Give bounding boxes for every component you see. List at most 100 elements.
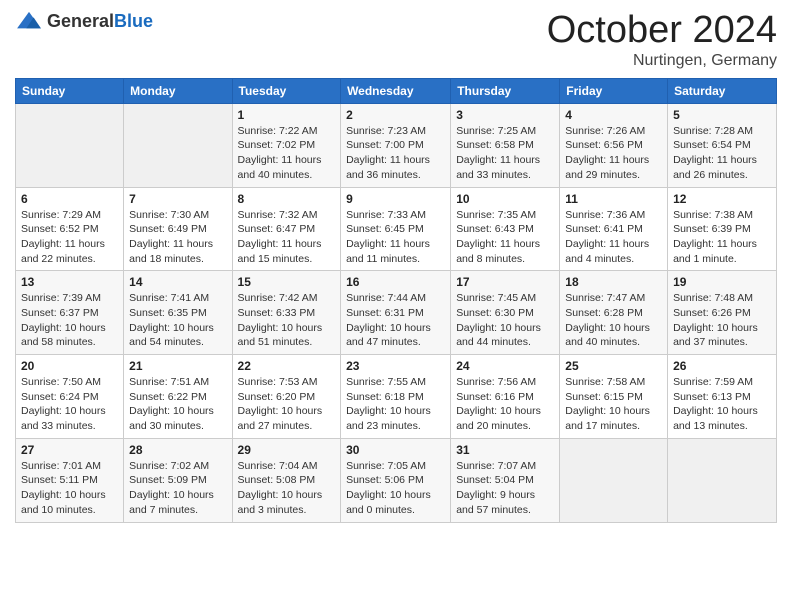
calendar-cell: 29 Sunrise: 7:04 AM Sunset: 5:08 PM Dayli… xyxy=(232,438,341,522)
day-number: 1 xyxy=(238,108,336,122)
calendar-cell: 28 Sunrise: 7:02 AM Sunset: 5:09 PM Dayli… xyxy=(124,438,232,522)
calendar-week-row: 27Sunrise: 7:01 AM Sunset: 5:11 PM Dayli… xyxy=(16,438,777,522)
day-info: Sunrise: 7:29 AM Sunset: 6:52 PM Dayligh… xyxy=(21,208,118,267)
day-info: Sunrise: 7:55 AM Sunset: 6:18 PM Dayligh… xyxy=(346,375,445,434)
calendar-cell: 31 Sunrise: 7:07 AM Sunset: 5:04 PM Dayli… xyxy=(451,438,560,522)
logo: GeneralBlue xyxy=(15,10,153,32)
weekday-header-cell: Friday xyxy=(560,78,668,103)
day-number: 8 xyxy=(238,192,336,206)
calendar-body: 1 Sunrise: 7:22 AM Sunset: 7:02 PM Daylig… xyxy=(16,103,777,522)
day-number: 19 xyxy=(673,275,771,289)
month-title: October 2024 xyxy=(547,10,777,52)
day-number: 5 xyxy=(673,108,771,122)
day-number: 25 xyxy=(565,359,662,373)
weekday-header-row: SundayMondayTuesdayWednesdayThursdayFrid… xyxy=(16,78,777,103)
day-info: Sunrise: 7:04 AM Sunset: 5:08 PM Dayligh… xyxy=(238,459,336,518)
day-info: Sunrise: 7:38 AM Sunset: 6:39 PM Dayligh… xyxy=(673,208,771,267)
weekday-header-cell: Monday xyxy=(124,78,232,103)
day-number: 7 xyxy=(129,192,226,206)
day-number: 10 xyxy=(456,192,554,206)
calendar-cell xyxy=(668,438,777,522)
day-info: Sunrise: 7:23 AM Sunset: 7:00 PM Dayligh… xyxy=(346,124,445,183)
calendar-cell xyxy=(124,103,232,187)
calendar-cell: 1 Sunrise: 7:22 AM Sunset: 7:02 PM Daylig… xyxy=(232,103,341,187)
day-info: Sunrise: 7:48 AM Sunset: 6:26 PM Dayligh… xyxy=(673,291,771,350)
day-info: Sunrise: 7:05 AM Sunset: 5:06 PM Dayligh… xyxy=(346,459,445,518)
weekday-header-cell: Thursday xyxy=(451,78,560,103)
title-block: October 2024 Nurtingen, Germany xyxy=(547,10,777,70)
weekday-header-cell: Tuesday xyxy=(232,78,341,103)
weekday-header-cell: Saturday xyxy=(668,78,777,103)
day-info: Sunrise: 7:36 AM Sunset: 6:41 PM Dayligh… xyxy=(565,208,662,267)
day-info: Sunrise: 7:58 AM Sunset: 6:15 PM Dayligh… xyxy=(565,375,662,434)
day-number: 27 xyxy=(21,443,118,457)
day-info: Sunrise: 7:59 AM Sunset: 6:13 PM Dayligh… xyxy=(673,375,771,434)
calendar-cell: 19 Sunrise: 7:48 AM Sunset: 6:26 PM Dayli… xyxy=(668,271,777,355)
day-info: Sunrise: 7:33 AM Sunset: 6:45 PM Dayligh… xyxy=(346,208,445,267)
weekday-header-cell: Sunday xyxy=(16,78,124,103)
logo-general: General xyxy=(47,11,114,31)
day-number: 18 xyxy=(565,275,662,289)
calendar-cell: 4 Sunrise: 7:26 AM Sunset: 6:56 PM Daylig… xyxy=(560,103,668,187)
day-info: Sunrise: 7:45 AM Sunset: 6:30 PM Dayligh… xyxy=(456,291,554,350)
day-number: 6 xyxy=(21,192,118,206)
calendar-week-row: 1 Sunrise: 7:22 AM Sunset: 7:02 PM Daylig… xyxy=(16,103,777,187)
day-info: Sunrise: 7:07 AM Sunset: 5:04 PM Dayligh… xyxy=(456,459,554,518)
calendar-cell: 17 Sunrise: 7:45 AM Sunset: 6:30 PM Dayli… xyxy=(451,271,560,355)
day-number: 31 xyxy=(456,443,554,457)
day-info: Sunrise: 7:39 AM Sunset: 6:37 PM Dayligh… xyxy=(21,291,118,350)
calendar-cell: 6 Sunrise: 7:29 AM Sunset: 6:52 PM Daylig… xyxy=(16,187,124,271)
calendar-cell: 30 Sunrise: 7:05 AM Sunset: 5:06 PM Dayli… xyxy=(341,438,451,522)
calendar-week-row: 20Sunrise: 7:50 AM Sunset: 6:24 PM Dayli… xyxy=(16,355,777,439)
calendar-cell: 25 Sunrise: 7:58 AM Sunset: 6:15 PM Dayli… xyxy=(560,355,668,439)
calendar-cell: 23 Sunrise: 7:55 AM Sunset: 6:18 PM Dayli… xyxy=(341,355,451,439)
day-number: 4 xyxy=(565,108,662,122)
calendar-cell: 9 Sunrise: 7:33 AM Sunset: 6:45 PM Daylig… xyxy=(341,187,451,271)
logo-blue: Blue xyxy=(114,11,153,31)
logo-icon xyxy=(15,10,43,32)
day-info: Sunrise: 7:42 AM Sunset: 6:33 PM Dayligh… xyxy=(238,291,336,350)
day-number: 28 xyxy=(129,443,226,457)
day-number: 15 xyxy=(238,275,336,289)
calendar-week-row: 6 Sunrise: 7:29 AM Sunset: 6:52 PM Daylig… xyxy=(16,187,777,271)
day-number: 21 xyxy=(129,359,226,373)
day-number: 13 xyxy=(21,275,118,289)
calendar-cell: 18 Sunrise: 7:47 AM Sunset: 6:28 PM Dayli… xyxy=(560,271,668,355)
calendar-cell: 27Sunrise: 7:01 AM Sunset: 5:11 PM Dayli… xyxy=(16,438,124,522)
calendar-cell: 13 Sunrise: 7:39 AM Sunset: 6:37 PM Dayli… xyxy=(16,271,124,355)
calendar-cell: 8Sunrise: 7:32 AM Sunset: 6:47 PM Daylig… xyxy=(232,187,341,271)
calendar-cell xyxy=(560,438,668,522)
day-number: 23 xyxy=(346,359,445,373)
day-info: Sunrise: 7:47 AM Sunset: 6:28 PM Dayligh… xyxy=(565,291,662,350)
day-number: 2 xyxy=(346,108,445,122)
day-number: 3 xyxy=(456,108,554,122)
location-title: Nurtingen, Germany xyxy=(547,52,777,70)
day-info: Sunrise: 7:26 AM Sunset: 6:56 PM Dayligh… xyxy=(565,124,662,183)
day-number: 20 xyxy=(21,359,118,373)
calendar-cell: 10Sunrise: 7:35 AM Sunset: 6:43 PM Dayli… xyxy=(451,187,560,271)
day-info: Sunrise: 7:22 AM Sunset: 7:02 PM Dayligh… xyxy=(238,124,336,183)
day-number: 26 xyxy=(673,359,771,373)
calendar-cell xyxy=(16,103,124,187)
calendar-cell: 24Sunrise: 7:56 AM Sunset: 6:16 PM Dayli… xyxy=(451,355,560,439)
calendar-cell: 21 Sunrise: 7:51 AM Sunset: 6:22 PM Dayli… xyxy=(124,355,232,439)
day-number: 29 xyxy=(238,443,336,457)
day-number: 16 xyxy=(346,275,445,289)
day-info: Sunrise: 7:41 AM Sunset: 6:35 PM Dayligh… xyxy=(129,291,226,350)
day-number: 17 xyxy=(456,275,554,289)
calendar-cell: 22Sunrise: 7:53 AM Sunset: 6:20 PM Dayli… xyxy=(232,355,341,439)
day-number: 11 xyxy=(565,192,662,206)
calendar-cell: 7 Sunrise: 7:30 AM Sunset: 6:49 PM Daylig… xyxy=(124,187,232,271)
calendar-cell: 20Sunrise: 7:50 AM Sunset: 6:24 PM Dayli… xyxy=(16,355,124,439)
logo-wordmark: GeneralBlue xyxy=(47,11,153,32)
day-number: 30 xyxy=(346,443,445,457)
day-number: 9 xyxy=(346,192,445,206)
day-number: 14 xyxy=(129,275,226,289)
day-info: Sunrise: 7:02 AM Sunset: 5:09 PM Dayligh… xyxy=(129,459,226,518)
calendar-table: SundayMondayTuesdayWednesdayThursdayFrid… xyxy=(15,78,777,523)
day-info: Sunrise: 7:30 AM Sunset: 6:49 PM Dayligh… xyxy=(129,208,226,267)
day-info: Sunrise: 7:44 AM Sunset: 6:31 PM Dayligh… xyxy=(346,291,445,350)
calendar-week-row: 13 Sunrise: 7:39 AM Sunset: 6:37 PM Dayli… xyxy=(16,271,777,355)
day-info: Sunrise: 7:51 AM Sunset: 6:22 PM Dayligh… xyxy=(129,375,226,434)
day-info: Sunrise: 7:28 AM Sunset: 6:54 PM Dayligh… xyxy=(673,124,771,183)
